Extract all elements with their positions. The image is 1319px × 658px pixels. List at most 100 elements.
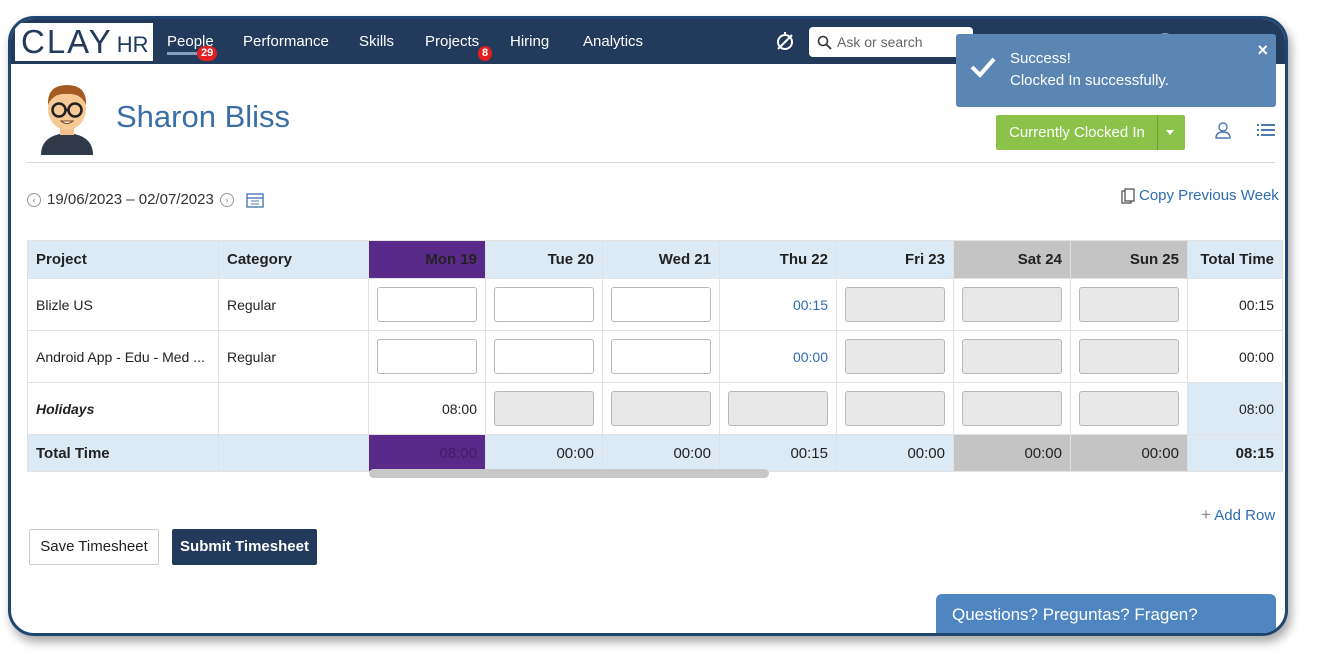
header-thu: Thu 22: [719, 240, 837, 279]
hours-input-sat: [962, 339, 1062, 374]
header-total: Total Time: [1187, 240, 1283, 279]
footer-empty: [218, 434, 369, 472]
table-footer-row: Total Time 08:00 00:00 00:00 00:15 00:00…: [27, 434, 1283, 472]
header-fri: Fri 23: [836, 240, 954, 279]
projects-badge: 8: [478, 46, 493, 61]
holiday-hours-mon: 08:00: [368, 382, 486, 435]
nav-projects[interactable]: Projects: [425, 33, 479, 50]
hours-input-mon[interactable]: [377, 339, 477, 374]
row-project: Holidays: [27, 382, 219, 435]
next-period-icon[interactable]: ›: [219, 192, 234, 207]
help-chat-button[interactable]: Questions? Preguntas? Fragen?: [936, 594, 1276, 633]
nav-performance[interactable]: Performance: [243, 33, 329, 50]
copy-previous-week-link[interactable]: Copy Previous Week: [1121, 187, 1279, 204]
clock-status-button[interactable]: Currently Clocked In: [996, 115, 1185, 150]
list-icon[interactable]: [1257, 123, 1275, 137]
avatar: [41, 85, 93, 155]
search-input[interactable]: Ask or search: [809, 27, 973, 57]
row-total: 00:00: [1187, 330, 1283, 383]
hours-input-tue[interactable]: [494, 339, 594, 374]
header-category: Category: [218, 240, 369, 279]
header-mon: Mon 19: [368, 240, 486, 279]
clock-status-label: Currently Clocked In: [1009, 124, 1145, 141]
people-badge: 29: [197, 46, 218, 61]
row-project: Android App - Edu - Med ...: [27, 330, 219, 383]
table-row: Android App - Edu - Med ... Regular 00:0…: [27, 330, 1283, 383]
stopwatch-icon[interactable]: [775, 31, 795, 51]
toast-message: Clocked In successfully.: [1010, 72, 1169, 89]
hours-input-fri: [845, 287, 945, 322]
footer-grand-total: 08:15: [1187, 434, 1283, 472]
table-header-row: Project Category Mon 19 Tue 20 Wed 21 Th…: [27, 240, 1283, 279]
logo-main: CLAY: [21, 23, 113, 60]
hours-input-sun: [1079, 287, 1179, 322]
hours-input-wed: [611, 391, 711, 426]
button-divider: [1157, 115, 1158, 150]
row-category: Regular: [218, 278, 369, 331]
hours-input-fri: [845, 391, 945, 426]
checkmark-icon: [970, 57, 996, 78]
submit-timesheet-button[interactable]: Submit Timesheet: [172, 529, 317, 565]
plus-icon: +: [1201, 505, 1211, 524]
table-row: Holidays 08:00 08:00: [27, 382, 1283, 435]
hours-input-fri: [845, 339, 945, 374]
row-project: Blizle US: [27, 278, 219, 331]
date-range: 19/06/2023 – 02/07/2023: [47, 191, 214, 208]
hours-input-tue: [494, 391, 594, 426]
footer-total-wed: 00:00: [602, 434, 720, 472]
save-timesheet-button[interactable]: Save Timesheet: [29, 529, 159, 565]
add-row-button[interactable]: + Add Row: [1201, 505, 1275, 525]
search-icon: [817, 35, 832, 50]
copy-previous-week-label: Copy Previous Week: [1139, 187, 1279, 204]
footer-total-fri: 00:00: [836, 434, 954, 472]
date-range-bar: ‹ 19/06/2023 – 02/07/2023 ›: [27, 191, 264, 208]
hours-input-wed[interactable]: [611, 287, 711, 322]
hours-input-mon[interactable]: [377, 287, 477, 322]
calendar-icon[interactable]: [246, 192, 264, 208]
header-sun: Sun 25: [1070, 240, 1188, 279]
toast-title: Success!: [1010, 50, 1071, 67]
footer-total-tue: 00:00: [485, 434, 603, 472]
header-divider: [27, 162, 1275, 163]
nav-analytics[interactable]: Analytics: [583, 33, 643, 50]
nav-skills[interactable]: Skills: [359, 33, 394, 50]
timesheet-table: Project Category Mon 19 Tue 20 Wed 21 Th…: [27, 240, 1283, 472]
hours-input-sun: [1079, 391, 1179, 426]
footer-total-sat: 00:00: [953, 434, 1071, 472]
row-category: [218, 382, 369, 435]
header-sat: Sat 24: [953, 240, 1071, 279]
hours-input-wed[interactable]: [611, 339, 711, 374]
hours-input-sat: [962, 391, 1062, 426]
chevron-down-icon[interactable]: [1166, 130, 1174, 135]
hours-link-thu[interactable]: 00:15: [719, 278, 837, 331]
footer-total-thu: 00:15: [719, 434, 837, 472]
row-category: Regular: [218, 330, 369, 383]
row-total: 00:15: [1187, 278, 1283, 331]
header-wed: Wed 21: [602, 240, 720, 279]
header-tue: Tue 20: [485, 240, 603, 279]
table-row: Blizle US Regular 00:15 00:15: [27, 278, 1283, 331]
app-window: CLAY HR People 29 Performance Skills Pro…: [8, 16, 1288, 636]
employee-name: Sharon Bliss: [116, 99, 291, 134]
add-row-label: Add Row: [1214, 507, 1276, 524]
toast-close-button[interactable]: ×: [1257, 40, 1268, 61]
nav-hiring[interactable]: Hiring: [510, 33, 549, 50]
search-placeholder: Ask or search: [837, 34, 923, 50]
hours-input-thu: [728, 391, 828, 426]
footer-label: Total Time: [27, 434, 219, 472]
logo[interactable]: CLAY HR: [15, 23, 153, 61]
success-toast: Success! Clocked In successfully. ×: [956, 34, 1276, 107]
copy-icon: [1121, 187, 1135, 204]
hours-input-sun: [1079, 339, 1179, 374]
person-icon[interactable]: [1214, 121, 1232, 139]
previous-period-icon[interactable]: ‹: [27, 192, 41, 207]
header-project: Project: [27, 240, 219, 279]
horizontal-scrollbar[interactable]: [369, 469, 769, 478]
footer-total-sun: 00:00: [1070, 434, 1188, 472]
row-total: 08:00: [1187, 382, 1283, 435]
logo-sub: HR: [116, 32, 149, 57]
hours-input-tue[interactable]: [494, 287, 594, 322]
footer-total-mon: 08:00: [368, 434, 486, 472]
hours-link-thu[interactable]: 00:00: [719, 330, 837, 383]
hours-input-sat: [962, 287, 1062, 322]
